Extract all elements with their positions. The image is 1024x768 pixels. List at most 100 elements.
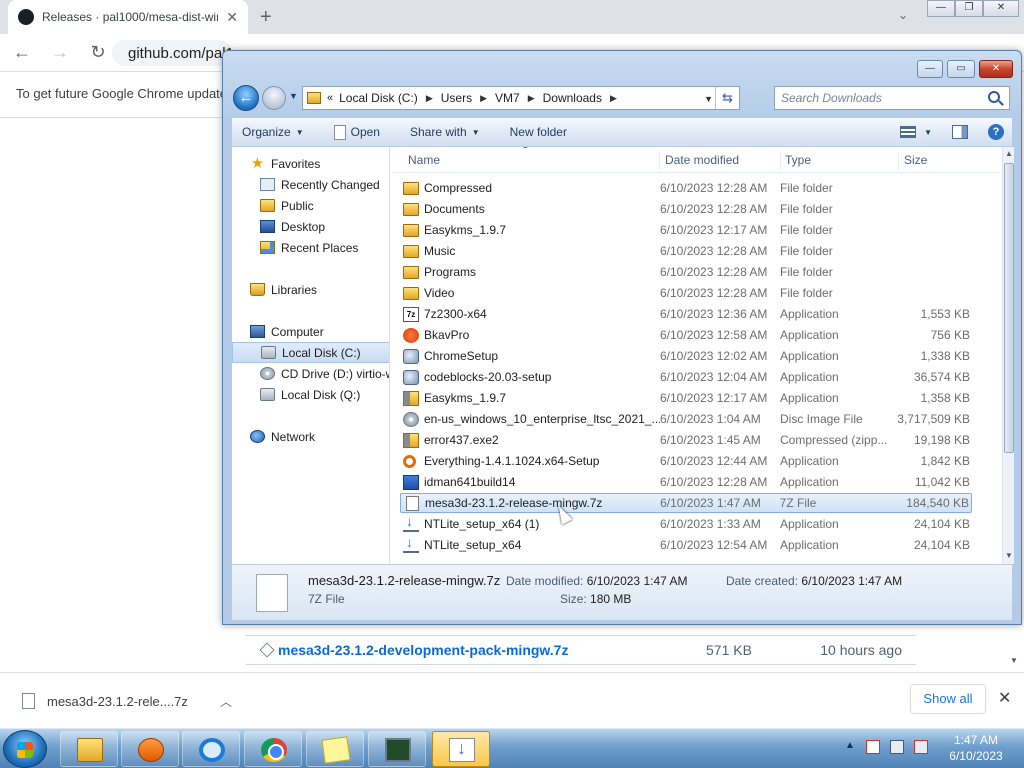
breadcrumb-arrow-icon[interactable]: ▶: [610, 93, 617, 104]
file-row[interactable]: Easykms_1.9.7 6/10/2023 12:17 AM File fold…: [400, 220, 972, 240]
taskbar-sticky-notes[interactable]: [306, 731, 364, 767]
file-row[interactable]: codeblocks-20.03-setup 6/10/2023 12:04 AM…: [400, 367, 972, 387]
open-button[interactable]: Open: [333, 124, 380, 140]
taskbar-chrome[interactable]: [244, 731, 302, 767]
file-name: Compressed: [424, 181, 493, 195]
taskbar-downloads-window[interactable]: [432, 731, 490, 767]
page-scroll-down-icon[interactable]: ▼: [1010, 656, 1018, 665]
file-type: 7Z File: [779, 496, 817, 510]
file-size: 184,540 KB: [906, 496, 969, 510]
column-size[interactable]: Size: [900, 152, 970, 170]
refresh-icon[interactable]: ⇆: [715, 87, 739, 109]
breadcrumb-arrow-icon[interactable]: ▶: [480, 93, 487, 104]
help-icon[interactable]: ?: [988, 124, 1004, 140]
breadcrumb-item[interactable]: Downloads ▶: [543, 91, 625, 105]
nav-item[interactable]: Libraries: [232, 279, 389, 300]
file-row[interactable]: Easykms_1.9.7 6/10/2023 12:17 AM Applicati…: [400, 388, 972, 408]
release-asset-link[interactable]: mesa3d-23.1.2-development-pack-mingw.7z: [278, 642, 706, 658]
show-all-button[interactable]: Show all: [910, 684, 986, 714]
network-tray-icon[interactable]: [890, 740, 904, 754]
file-row[interactable]: NTLite_setup_x64 (1) 6/10/2023 1:33 AM App…: [400, 514, 972, 534]
tray-overflow-icon[interactable]: ▲: [845, 740, 855, 751]
close-window-button[interactable]: ✕: [979, 60, 1013, 78]
close-shelf-icon[interactable]: ✕: [998, 688, 1011, 708]
system-clock[interactable]: 1:47 AM 6/10/2023: [936, 732, 1016, 764]
recent-pages-icon[interactable]: ▼: [289, 91, 298, 101]
breadcrumb-item[interactable]: Local Disk (C:) ▶: [339, 91, 441, 105]
minimize-window-button[interactable]: —: [917, 60, 943, 78]
maximize-window-button[interactable]: ▭: [947, 60, 975, 78]
breadcrumb-overflow[interactable]: «: [327, 92, 333, 104]
nav-item[interactable]: Network: [232, 426, 389, 447]
nav-item[interactable]: Recently Changed: [232, 174, 389, 195]
address-bar[interactable]: github.com/pal1000/mesa-dist-win/release…: [112, 40, 232, 66]
tab-search-icon[interactable]: ⌄: [898, 8, 908, 22]
breadcrumb-arrow-icon[interactable]: ▶: [528, 93, 535, 104]
nav-item[interactable]: ★ Favorites: [232, 153, 389, 174]
file-row[interactable]: idman641build14 6/10/2023 12:28 AM Applica…: [400, 472, 972, 492]
column-name[interactable]: Name: [404, 152, 660, 170]
start-button[interactable]: [3, 730, 47, 768]
minimize-browser-button[interactable]: —: [927, 0, 955, 17]
file-list-scrollbar[interactable]: ▲ ▼: [1002, 147, 1014, 564]
column-date-modified[interactable]: Date modified: [661, 152, 781, 170]
forward-button[interactable]: [262, 86, 286, 110]
file-row[interactable]: error437.exe2 6/10/2023 1:45 AM Compressed…: [400, 430, 972, 450]
share-with-button[interactable]: Share with ▼: [410, 125, 480, 139]
file-row[interactable]: Programs 6/10/2023 12:28 AM File folder: [400, 262, 972, 282]
scrollbar-thumb[interactable]: [1004, 163, 1014, 453]
nav-item[interactable]: Public: [232, 195, 389, 216]
new-tab-button[interactable]: +: [260, 6, 272, 29]
taskbar-task-manager[interactable]: [368, 731, 426, 767]
file-row[interactable]: Video 6/10/2023 12:28 AM File folder: [400, 283, 972, 303]
chevron-up-icon[interactable]: ︿: [220, 693, 232, 710]
address-breadcrumb[interactable]: « Local Disk (C:) ▶ Users ▶ VM7 ▶ Downloads…: [302, 86, 740, 110]
taskbar-internet-explorer[interactable]: [182, 731, 240, 767]
file-row[interactable]: mesa3d-23.1.2-release-mingw.7z 6/10/2023 …: [400, 493, 972, 513]
search-input[interactable]: Search Downloads: [774, 86, 1010, 110]
nav-item[interactable]: Desktop: [232, 216, 389, 237]
file-row[interactable]: Documents 6/10/2023 12:28 AM File folder: [400, 199, 972, 219]
breadcrumb-arrow-icon[interactable]: ▶: [426, 93, 433, 104]
nav-item[interactable]: Local Disk (C:): [232, 342, 389, 363]
file-row[interactable]: Everything-1.4.1.1024.x64-Setup 6/10/2023…: [400, 451, 972, 471]
forward-arrow-icon[interactable]: →: [50, 42, 70, 63]
close-tab-icon[interactable]: ✕: [226, 9, 238, 26]
libraries-icon: [250, 283, 265, 296]
file-row[interactable]: BkavPro 6/10/2023 12:58 AM Application 756 …: [400, 325, 972, 345]
file-row[interactable]: ChromeSetup 6/10/2023 12:02 AM Application…: [400, 346, 972, 366]
taskbar-explorer[interactable]: [60, 731, 118, 767]
change-view-button[interactable]: ▼: [900, 126, 932, 138]
file-row[interactable]: en-us_windows_10_enterprise_ltsc_2021_..…: [400, 409, 972, 429]
close-browser-button[interactable]: ✕: [983, 0, 1019, 17]
browser-tab[interactable]: Releases · pal1000/mesa-dist-win ✕: [8, 0, 248, 34]
download-item[interactable]: mesa3d-23.1.2-rele....7z ︿: [14, 683, 232, 719]
breadcrumb-item[interactable]: Users ▶: [441, 91, 495, 105]
search-icon[interactable]: [988, 91, 1000, 103]
nav-item-label: Computer: [271, 324, 324, 339]
taskbar-media-player[interactable]: [121, 731, 179, 767]
new-folder-button[interactable]: New folder: [510, 125, 567, 139]
nav-item[interactable]: CD Drive (D:) virtio-win: [232, 363, 389, 384]
file-row[interactable]: NTLite_setup_x64 6/10/2023 12:54 AM Applic…: [400, 535, 972, 555]
nav-item[interactable]: Computer: [232, 321, 389, 342]
column-type[interactable]: Type: [781, 152, 899, 170]
reload-icon[interactable]: ↻: [88, 42, 108, 63]
volume-muted-icon[interactable]: [914, 740, 928, 754]
organize-button[interactable]: Organize ▼: [242, 125, 304, 139]
restore-browser-button[interactable]: ❐: [955, 0, 983, 17]
file-row[interactable]: Music 6/10/2023 12:28 AM File folder: [400, 241, 972, 261]
scroll-down-icon[interactable]: ▼: [1005, 551, 1013, 560]
address-dropdown-icon[interactable]: ▼: [704, 94, 713, 104]
nav-item[interactable]: Local Disk (Q:): [232, 384, 389, 405]
scroll-up-icon[interactable]: ▲: [1005, 149, 1013, 158]
breadcrumb-item[interactable]: VM7 ▶: [495, 91, 543, 105]
back-arrow-icon[interactable]: ←: [12, 42, 32, 63]
file-name-cell: NTLite_setup_x64: [400, 537, 660, 553]
file-row[interactable]: Compressed 6/10/2023 12:28 AM File folder: [400, 178, 972, 198]
nav-item[interactable]: Recent Places: [232, 237, 389, 258]
preview-pane-icon[interactable]: [952, 125, 968, 139]
back-button[interactable]: ←: [233, 85, 259, 111]
action-center-icon[interactable]: [866, 740, 880, 754]
file-row[interactable]: 7z 7z2300-x64 6/10/2023 12:36 AM Applicatio…: [400, 304, 972, 324]
